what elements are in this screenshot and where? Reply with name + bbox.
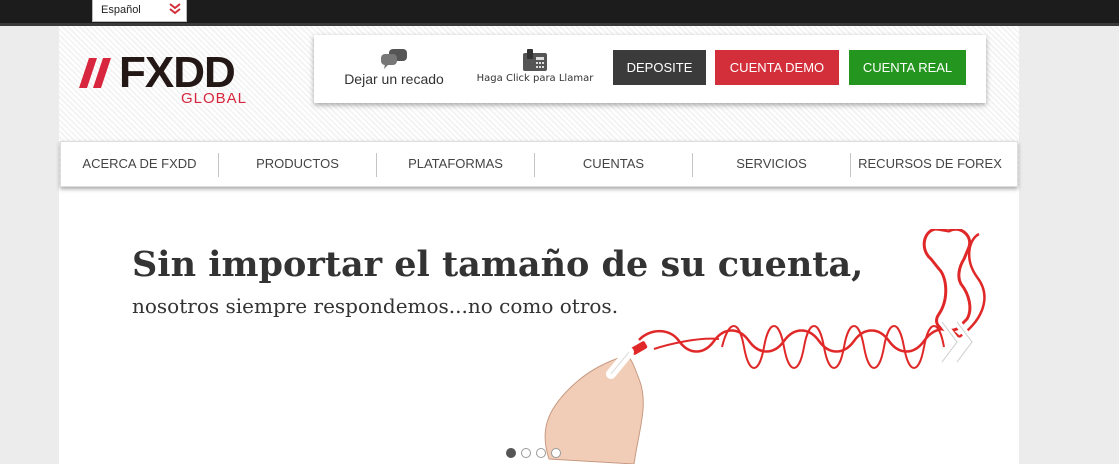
nav-item-forex-resources[interactable]: RECURSOS DE FOREX bbox=[851, 142, 1009, 186]
language-selector[interactable]: Español bbox=[92, 0, 187, 22]
hand-phone-cord-illustration bbox=[544, 229, 986, 464]
nav-item-products[interactable]: PRODUCTOS bbox=[219, 142, 376, 186]
logo-subtitle: GLOBAL bbox=[181, 90, 248, 107]
logo-slashes-icon bbox=[79, 58, 111, 88]
chat-bubbles-icon bbox=[381, 49, 407, 69]
nav-item-services[interactable]: SERVICIOS bbox=[693, 142, 850, 186]
carousel-dot-3[interactable] bbox=[536, 448, 546, 458]
carousel-dot-2[interactable] bbox=[521, 448, 531, 458]
main-navigation: ACERCA DE FXDD PRODUCTOS PLATAFORMAS CUE… bbox=[60, 141, 1018, 187]
contact-panel: Dejar un recado Haga Click para Llamar D… bbox=[314, 35, 986, 103]
leave-message-label: Dejar un recado bbox=[344, 71, 444, 87]
real-account-button[interactable]: CUENTA REAL bbox=[849, 50, 966, 85]
deposit-button[interactable]: DEPOSITE bbox=[613, 50, 706, 85]
double-chevron-right-icon[interactable] bbox=[937, 317, 982, 367]
carousel-dots bbox=[506, 445, 566, 459]
double-chevron-down-icon bbox=[169, 3, 181, 15]
leave-message-link[interactable]: Dejar un recado bbox=[338, 49, 450, 87]
nav-item-about[interactable]: ACERCA DE FXDD bbox=[61, 142, 218, 186]
hero-slide: Sin importar el tamaño de su cuenta, nos… bbox=[59, 194, 1019, 464]
carousel-dot-4[interactable] bbox=[551, 448, 561, 458]
language-selected: Español bbox=[101, 4, 141, 16]
desk-phone-icon bbox=[523, 49, 547, 71]
click-to-call-link[interactable]: Haga Click para Llamar bbox=[474, 49, 596, 84]
click-to-call-label: Haga Click para Llamar bbox=[476, 73, 594, 84]
page-container: FXDD GLOBAL Dejar un recado Haga Click p… bbox=[59, 26, 1019, 464]
nav-item-accounts[interactable]: CUENTAS bbox=[535, 142, 692, 186]
fxdd-logo[interactable]: FXDD GLOBAL bbox=[79, 50, 269, 110]
demo-account-button[interactable]: CUENTA DEMO bbox=[715, 50, 839, 85]
nav-item-platforms[interactable]: PLATAFORMAS bbox=[377, 142, 534, 186]
carousel-dot-1[interactable] bbox=[506, 448, 516, 458]
